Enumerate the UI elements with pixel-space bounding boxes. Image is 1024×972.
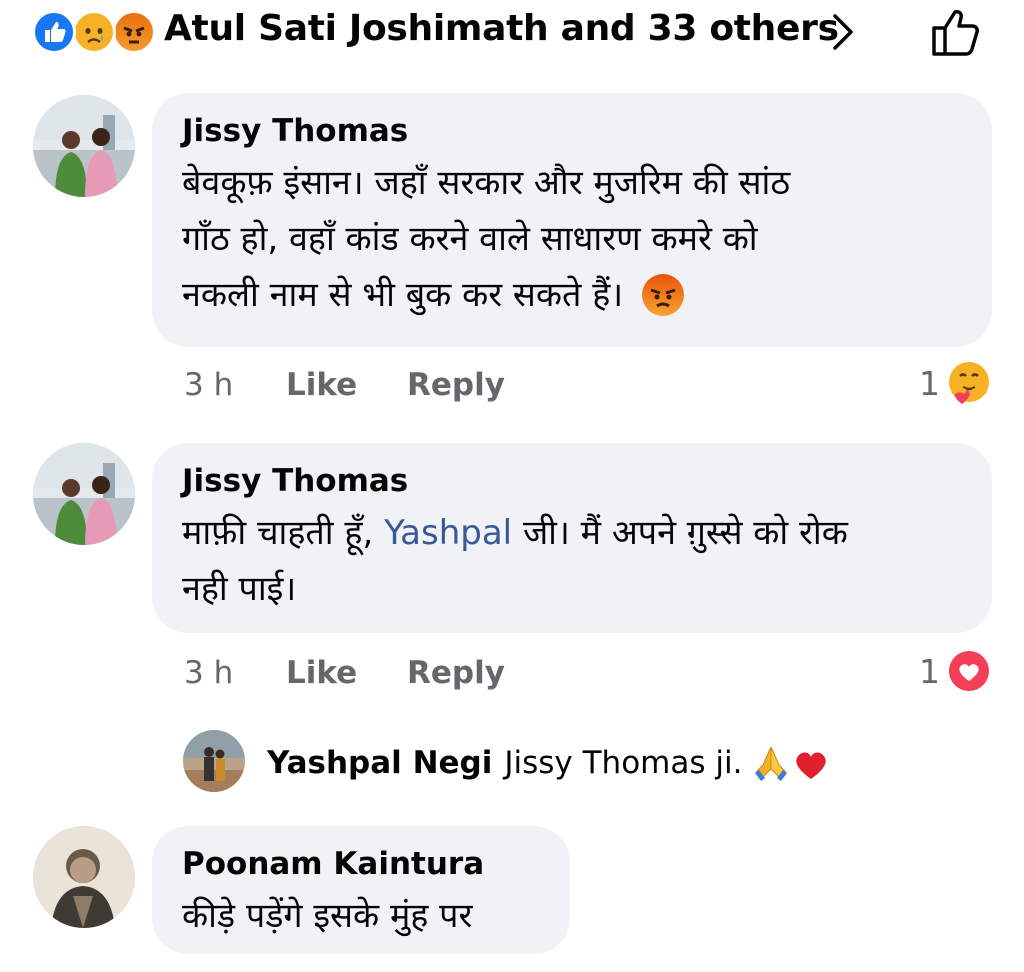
reaction-summary-bar[interactable]: Atul Sati Joshimath and 33 others: [22, 4, 1002, 56]
comment-author[interactable]: Jissy Thomas: [182, 113, 408, 149]
reaction-icon-stack: [32, 10, 182, 54]
love-icon[interactable]: [946, 648, 992, 694]
like-button[interactable]: Like: [286, 367, 357, 403]
red-heart-emoji: [792, 745, 830, 781]
comment-line: बेवकूफ़ इंसान। जहाँ सरकार और मुजरिम की स…: [182, 163, 791, 203]
care-icon[interactable]: [946, 360, 992, 406]
chevron-right-icon[interactable]: [830, 12, 856, 62]
comment-text-segment: माफ़ी चाहती हूँ,: [182, 513, 385, 553]
reply-button[interactable]: Reply: [407, 367, 505, 403]
like-button[interactable]: Like: [286, 655, 357, 691]
comment-line: नकली नाम से भी बुक कर सकते हैं।: [182, 275, 624, 315]
avatar[interactable]: [33, 443, 135, 545]
comment-author[interactable]: Jissy Thomas: [182, 463, 408, 499]
mention-link[interactable]: Yashpal: [384, 513, 512, 553]
comment-bubble: Poonam Kaintura कीड़े पड़ेंगे इसके मुंह …: [152, 826, 570, 954]
comment-bubble: Jissy Thomas बेवकूफ़ इंसान। जहाँ सरकार औ…: [152, 93, 992, 347]
comment-text: माफ़ी चाहती हूँ, Yashpal जी। मैं अपने ग़…: [182, 505, 848, 617]
angry-icon: [112, 10, 156, 54]
avatar[interactable]: [33, 826, 135, 928]
comment-line: माफ़ी चाहती हूँ, Yashpal जी। मैं अपने ग़…: [182, 505, 848, 561]
folded-hands-emoji: [752, 743, 790, 783]
angry-face-emoji: [641, 273, 685, 317]
reaction-count[interactable]: 1: [919, 364, 940, 403]
comment-bubble: Jissy Thomas माफ़ी चाहती हूँ, Yashpal जी…: [152, 443, 992, 633]
avatar[interactable]: [183, 730, 245, 792]
reaction-count[interactable]: 1: [919, 652, 940, 691]
reactors-summary-text[interactable]: Atul Sati Joshimath and 33 others: [164, 8, 839, 49]
comment-line: नही पाई।: [182, 569, 297, 609]
comment-author[interactable]: Poonam Kaintura: [182, 846, 484, 882]
comment-line-with-emoji: नकली नाम से भी बुक कर सकते हैं।: [182, 267, 790, 323]
reply-comment: Yashpal Negi Jissy Thomas ji.: [267, 743, 830, 783]
comment-text: कीड़े पड़ेंगे इसके मुंह पर: [182, 896, 473, 936]
avatar[interactable]: [33, 95, 135, 197]
reply-button[interactable]: Reply: [407, 655, 505, 691]
comment-text-segment: जी। मैं अपने ग़ुस्से को रोक: [512, 513, 848, 553]
comment-timestamp: 3 h: [184, 655, 234, 691]
reply-author[interactable]: Yashpal Negi: [267, 745, 492, 781]
comment-timestamp: 3 h: [184, 367, 234, 403]
like-icon: [32, 10, 76, 54]
comment-text: बेवकूफ़ इंसान। जहाँ सरकार और मुजरिम की स…: [182, 155, 790, 323]
sad-icon: [72, 10, 116, 54]
comment-line: गाँठ हो, वहाँ कांड करने वाले साधारण कमरे…: [182, 219, 758, 259]
like-button-outline-icon[interactable]: [926, 4, 984, 60]
reply-text: Jissy Thomas ji.: [504, 745, 743, 781]
